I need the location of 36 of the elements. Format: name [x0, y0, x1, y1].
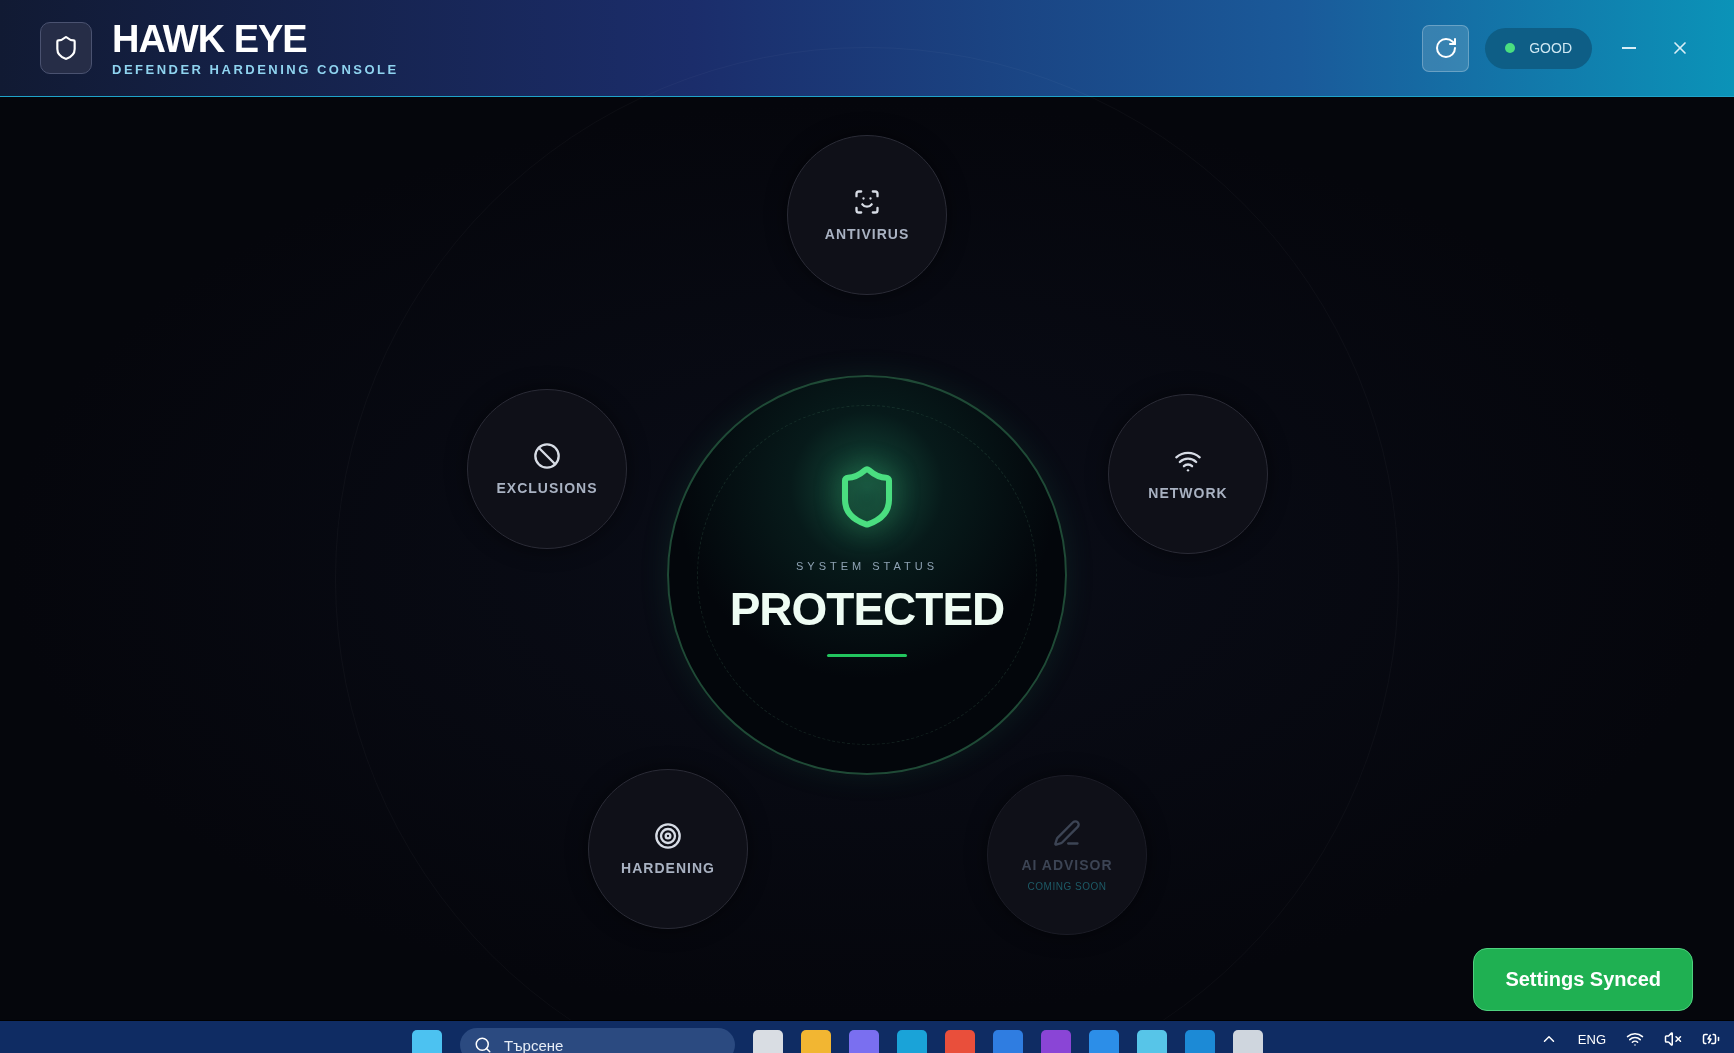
status-text: PROTECTED — [729, 581, 1005, 636]
mute-icon[interactable] — [1664, 1030, 1682, 1048]
refresh-icon — [1433, 36, 1458, 60]
taskbar-app-icon[interactable] — [801, 1030, 831, 1053]
module-node[interactable]: ANTIVIRUS — [787, 135, 947, 295]
taskbar-app-icon[interactable] — [1233, 1030, 1263, 1053]
scan-icon — [853, 188, 881, 216]
minimize-icon — [1622, 47, 1636, 49]
shield-icon — [53, 35, 79, 61]
taskbar-search-field[interactable]: Търсене — [460, 1028, 735, 1053]
language-indicator[interactable]: ENG — [1577, 1031, 1606, 1047]
app-title: HAWK EYE — [112, 19, 308, 58]
taskbar-app-icon[interactable] — [897, 1030, 927, 1053]
wifi-icon[interactable] — [1626, 1030, 1644, 1048]
start-icon[interactable] — [412, 1030, 442, 1053]
module-node[interactable]: EXCLUSIONS — [467, 389, 627, 549]
taskbar-app-icon[interactable] — [993, 1030, 1023, 1053]
pen-icon — [1053, 818, 1081, 847]
taskbar-app-icon[interactable] — [849, 1030, 879, 1053]
sync-toast: Settings Synced — [1473, 948, 1693, 1011]
search-icon — [474, 1036, 492, 1053]
taskbar-app-icon[interactable] — [1089, 1030, 1119, 1053]
taskbar-app-icon[interactable] — [1137, 1030, 1167, 1053]
status-label: GOOD — [1529, 40, 1572, 56]
taskbar-app-icon[interactable] — [945, 1030, 975, 1053]
coming-soon-note: COMING SOON — [1027, 880, 1107, 892]
status-caption: SYSTEM STATUS — [795, 559, 938, 572]
app-subtitle: DEFENDER HARDENING CONSOLE — [112, 61, 399, 77]
module-node[interactable]: HARDENING — [588, 769, 748, 929]
module-node[interactable]: NETWORK — [1108, 394, 1268, 554]
refresh-button[interactable] — [1422, 24, 1470, 72]
taskbar-app-icon[interactable] — [753, 1030, 783, 1053]
ban-icon — [533, 442, 561, 470]
taskbar-app-icon[interactable] — [1041, 1030, 1071, 1053]
taskbar-app-icon[interactable] — [1185, 1030, 1215, 1053]
target-icon — [654, 822, 682, 850]
